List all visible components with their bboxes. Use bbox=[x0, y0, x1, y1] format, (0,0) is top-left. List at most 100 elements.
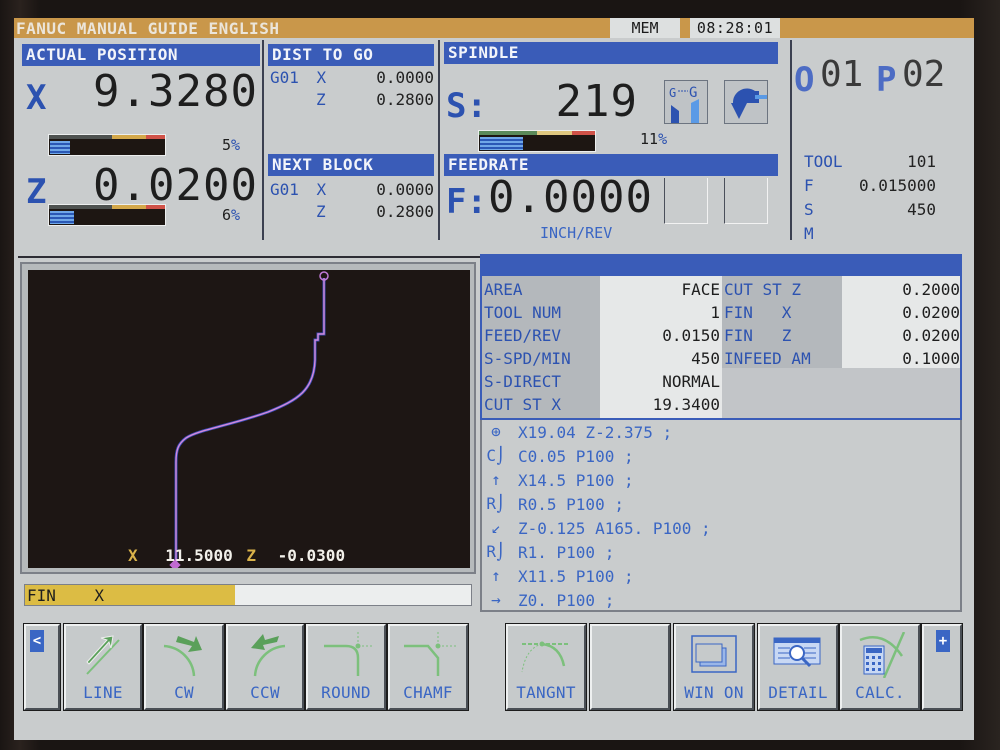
readout-z-value: -0.0300 bbox=[277, 546, 346, 565]
toolpath-graphic[interactable]: X 11.5000 Z -0.0300 bbox=[28, 270, 470, 571]
param-value[interactable]: 0.0200 bbox=[902, 324, 960, 347]
param-label: INFEED AM bbox=[724, 349, 811, 368]
param-value[interactable]: 1 bbox=[710, 301, 720, 324]
spindle-load-meter bbox=[478, 130, 596, 152]
param-value[interactable]: 0.0200 bbox=[902, 301, 960, 324]
cycle-param-row[interactable]: FIN Z 0.0200 bbox=[722, 324, 960, 347]
x-load-fill bbox=[50, 141, 70, 154]
softkey-bar: < LINE CW CCW ROUND CHAMF TANGNT WIN ON DETAIL C… bbox=[18, 616, 968, 716]
cycle-param-row[interactable]: FEED/REV 0.0150 bbox=[482, 324, 722, 347]
cycle-param-row[interactable]: AREA FACE bbox=[482, 278, 722, 301]
s-row: S 450 bbox=[804, 200, 936, 219]
x-load-percent: 5% bbox=[222, 136, 241, 154]
program-code: R0.5 P100 ; bbox=[518, 495, 624, 514]
next-block-x-row: G01 X 0.0000 bbox=[270, 180, 434, 199]
o-number: 01 bbox=[820, 54, 864, 95]
gear-change-icon: G G bbox=[664, 80, 708, 124]
feed-indicator-box bbox=[724, 178, 768, 224]
z-load-meter bbox=[48, 204, 166, 226]
param-value[interactable]: 450 bbox=[691, 347, 720, 370]
program-line[interactable]: R⌡ R1. P100 ; bbox=[482, 542, 960, 566]
toolpath-line bbox=[174, 278, 326, 568]
tool-row: TOOL 101 bbox=[804, 152, 936, 171]
arrow-down-left-icon: ↙ bbox=[491, 518, 501, 537]
softkey-tangnt[interactable]: TANGNT bbox=[505, 623, 587, 711]
actual-position-header: ACTUAL POSITION bbox=[22, 44, 260, 66]
program-line[interactable]: ↑ X14.5 P100 ; bbox=[482, 470, 960, 494]
divider bbox=[790, 40, 792, 240]
clock: 08:28:01 bbox=[690, 18, 780, 38]
z-load-percent: 6% bbox=[222, 206, 241, 224]
softkey-chamf[interactable]: CHAMF bbox=[387, 623, 469, 711]
param-label: FIN Z bbox=[724, 326, 792, 345]
feed-indicator-box bbox=[664, 178, 708, 224]
status-panel: ACTUAL POSITION X 9.3280 5% Z 0.0200 6% … bbox=[18, 40, 954, 258]
program-line[interactable]: ⊕ X19.04 Z-2.375 ; bbox=[482, 422, 960, 446]
chevron-left-icon: < bbox=[30, 630, 44, 652]
program-line[interactable]: ↑ X11.5 P100 ; bbox=[482, 566, 960, 590]
softkey-label: CHAMF bbox=[403, 683, 453, 702]
z-load-fill bbox=[50, 211, 74, 224]
param-value[interactable]: NORMAL bbox=[662, 370, 720, 393]
cycle-param-row[interactable]: FIN X 0.0200 bbox=[722, 301, 960, 324]
spindle-label: S: bbox=[446, 86, 487, 126]
spindle-load-percent: 11% bbox=[640, 130, 668, 148]
dist-to-go-z-row: Z 0.2800 bbox=[316, 90, 434, 109]
f-row: F 0.015000 bbox=[804, 176, 936, 195]
x-axis-label: X bbox=[26, 78, 47, 118]
param-value[interactable]: 0.1000 bbox=[902, 347, 960, 370]
p-number: 02 bbox=[902, 54, 946, 95]
program-line[interactable]: ↙ Z-0.125 A165. P100 ; bbox=[482, 518, 960, 542]
cycle-param-row[interactable]: S-DIRECT NORMAL bbox=[482, 370, 722, 393]
cycle-param-row[interactable]: TOOL NUM 1 bbox=[482, 301, 722, 324]
spindle-speed-value: 219 bbox=[555, 76, 638, 127]
toolpath-svg bbox=[169, 271, 329, 571]
softkey-blank[interactable] bbox=[589, 623, 671, 711]
softkey-label: CW bbox=[174, 683, 194, 702]
softkey-next[interactable]: + bbox=[921, 623, 963, 711]
param-label: CUT ST Z bbox=[724, 280, 802, 299]
program-line[interactable]: C⌡ C0.05 P100 ; bbox=[482, 446, 960, 470]
svg-text:G: G bbox=[669, 86, 676, 100]
cycle-param-row[interactable]: S-SPD/MIN 450 bbox=[482, 347, 722, 370]
softkey-calc[interactable]: CALC. bbox=[839, 623, 921, 711]
cycle-param-row[interactable]: INFEED AM 0.1000 bbox=[722, 347, 960, 370]
softkey-detail[interactable]: DETAIL bbox=[757, 623, 839, 711]
softkey-ccw[interactable]: CCW bbox=[225, 623, 305, 711]
x-load-meter bbox=[48, 134, 166, 156]
f-value: 0.015000 bbox=[858, 176, 936, 195]
title-bar: FANUC MANUAL GUIDE ENGLISH MEM 08:28:01 bbox=[14, 18, 974, 38]
softkey-line[interactable]: LINE bbox=[63, 623, 143, 711]
softkey-label: CCW bbox=[250, 683, 280, 702]
param-value[interactable]: FACE bbox=[681, 278, 720, 301]
program-line[interactable]: → Z0. P100 ; bbox=[482, 590, 960, 614]
softkey-cw[interactable]: CW bbox=[143, 623, 225, 711]
param-label: S-DIRECT bbox=[484, 372, 562, 391]
cycle-param-row[interactable]: CUT ST X 19.3400 bbox=[482, 393, 722, 416]
softkey-label: TANGNT bbox=[516, 683, 576, 702]
softkey-prev[interactable]: < bbox=[23, 623, 61, 711]
gcode-label: G01 bbox=[270, 68, 299, 87]
param-value[interactable]: 0.2000 bbox=[902, 278, 960, 301]
program-line[interactable]: R⌡ R0.5 P100 ; bbox=[482, 494, 960, 518]
fin-status-bar: FIN X bbox=[24, 584, 472, 606]
tool-value: 101 bbox=[907, 152, 936, 171]
feedrate-unit: INCH/REV bbox=[540, 224, 613, 242]
arrow-up-icon: ↑ bbox=[491, 470, 501, 489]
param-value[interactable]: 19.3400 bbox=[653, 393, 720, 416]
feedrate-value: 0.0000 bbox=[488, 172, 653, 223]
softkey-win-on[interactable]: WIN ON bbox=[673, 623, 755, 711]
param-value[interactable]: 0.0150 bbox=[662, 324, 720, 347]
feedrate-label: F: bbox=[446, 182, 487, 222]
fin-status-text: FIN X bbox=[27, 586, 105, 605]
chamfer-icon: C⌡ bbox=[486, 446, 506, 465]
cycle-param-row[interactable]: CUT ST Z 0.2000 bbox=[722, 278, 960, 301]
program-code: C0.05 P100 ; bbox=[518, 447, 634, 466]
program-list[interactable]: ⊕ X19.04 Z-2.375 ; C⌡ C0.05 P100 ; ↑ X14.5 P1… bbox=[480, 420, 962, 612]
plus-icon: + bbox=[936, 630, 950, 652]
spindle-load-fill bbox=[480, 137, 523, 150]
s-value: 450 bbox=[907, 200, 936, 219]
softkey-round[interactable]: ROUND bbox=[305, 623, 387, 711]
m-row: M bbox=[804, 224, 814, 243]
dist-to-go-header: DIST TO GO bbox=[268, 44, 434, 66]
